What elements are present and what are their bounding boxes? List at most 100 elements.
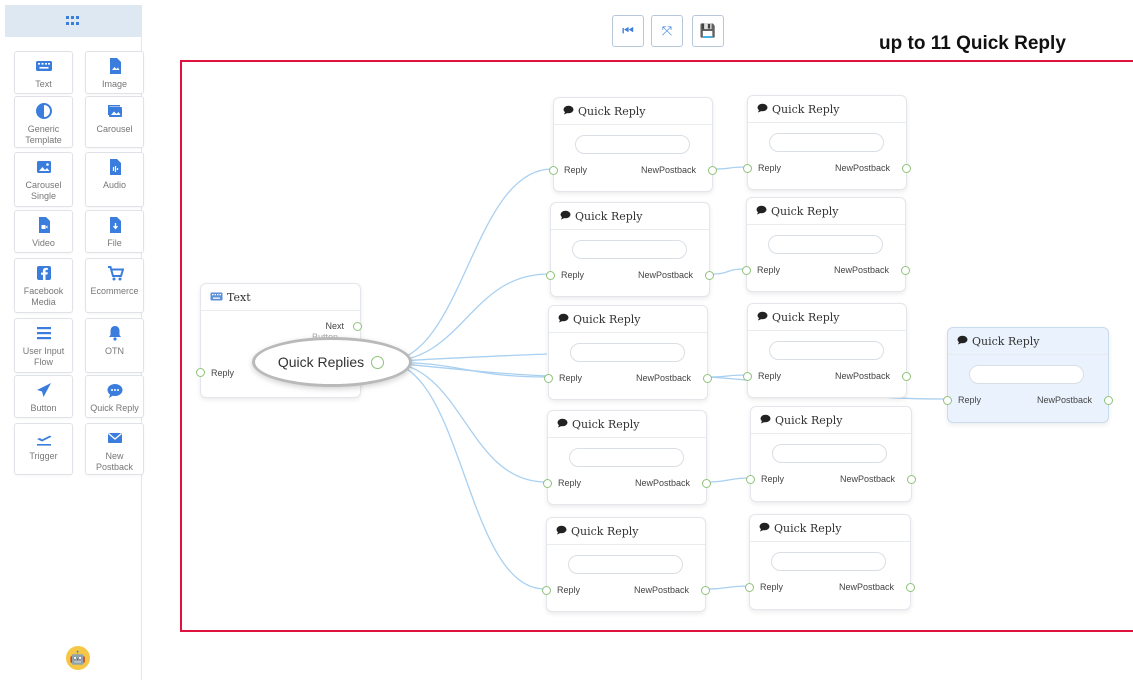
- postback-output-port[interactable]: [902, 164, 911, 173]
- tool-ecommerce[interactable]: Ecommerce: [85, 258, 144, 313]
- quick-reply-text-field[interactable]: [772, 444, 887, 463]
- reply-input-port[interactable]: [549, 166, 558, 175]
- postback-label: NewPostback: [839, 474, 895, 484]
- reply-input-port[interactable]: [543, 479, 552, 488]
- postback-output-port[interactable]: [906, 583, 915, 592]
- tool-text[interactable]: Text: [14, 51, 73, 94]
- quick-reply-text-field[interactable]: [771, 552, 886, 571]
- reply-input-port[interactable]: [742, 266, 751, 275]
- node-title: Quick Reply: [771, 205, 839, 218]
- first-step-button[interactable]: ⏮: [612, 15, 644, 47]
- tool-carousel[interactable]: Carousel: [85, 96, 144, 148]
- quick-reply-node[interactable]: Quick Reply Reply NewPostback: [544, 305, 712, 400]
- envelope-icon: [106, 429, 124, 447]
- quick-reply-node[interactable]: Quick Reply Reply NewPostback: [542, 517, 710, 612]
- postback-output-port[interactable]: [1104, 396, 1113, 405]
- reply-input-port[interactable]: [943, 396, 952, 405]
- tool-trigger[interactable]: Trigger: [14, 423, 73, 475]
- reply-input-port[interactable]: [743, 164, 752, 173]
- tool-label: Audio: [102, 180, 127, 190]
- quick-reply-text-field[interactable]: [575, 135, 690, 154]
- postback-label: NewPostback: [834, 163, 890, 173]
- quick-reply-text-field[interactable]: [769, 341, 884, 360]
- node-title: Quick Reply: [578, 105, 646, 118]
- reply-input-port[interactable]: [743, 372, 752, 381]
- quick-replies-label: Quick Replies: [277, 354, 365, 370]
- reply-input-port[interactable]: [544, 374, 553, 383]
- postback-output-port[interactable]: [902, 372, 911, 381]
- quick-reply-text-field[interactable]: [572, 240, 687, 259]
- save-icon: 💾: [699, 23, 717, 38]
- comment-icon: [556, 525, 567, 538]
- tool-label: Ecommerce: [90, 286, 139, 296]
- tool-new-postback[interactable]: New Postback: [85, 423, 144, 475]
- quick-reply-node[interactable]: Quick Reply Reply NewPostback: [943, 327, 1113, 423]
- quick-reply-text-field[interactable]: [769, 133, 884, 152]
- tool-label: User Input Flow: [22, 346, 65, 367]
- node-title: Quick Reply: [775, 414, 843, 427]
- quick-reply-node[interactable]: Quick Reply Reply NewPostback: [745, 514, 915, 610]
- reply-label: Reply: [761, 474, 785, 484]
- bell-icon: [106, 324, 124, 342]
- reply-input-port[interactable]: [546, 271, 555, 280]
- quick-reply-node[interactable]: Quick Reply Reply NewPostback: [742, 197, 910, 292]
- tool-user-input-flow[interactable]: User Input Flow: [14, 318, 73, 373]
- quick-reply-text-field[interactable]: [569, 448, 684, 467]
- brand-logo: 🤖: [66, 646, 90, 670]
- quick-reply-node[interactable]: Quick Reply Reply NewPostback: [746, 406, 916, 502]
- postback-output-port[interactable]: [708, 166, 717, 175]
- reply-label: Reply: [211, 368, 235, 378]
- tool-file[interactable]: File: [85, 210, 144, 253]
- tool-label: Facebook Media: [23, 286, 64, 307]
- reply-label: Reply: [757, 265, 781, 275]
- postback-label: NewPostback: [1036, 395, 1092, 405]
- quick-reply-node[interactable]: Quick Reply Reply NewPostback: [546, 202, 714, 297]
- reply-input-port[interactable]: [745, 583, 754, 592]
- keyboard-icon: [35, 57, 53, 75]
- next-output-port[interactable]: [353, 322, 362, 331]
- tool-label: Video: [32, 238, 55, 248]
- tool-carousel-single[interactable]: Carousel Single: [14, 152, 73, 207]
- reply-input-port[interactable]: [542, 586, 551, 595]
- tool-button[interactable]: Button: [14, 375, 73, 418]
- save-button[interactable]: 💾: [692, 15, 724, 47]
- comment-icon: [560, 210, 571, 223]
- postback-output-port[interactable]: [705, 271, 714, 280]
- postback-output-port[interactable]: [907, 475, 916, 484]
- postback-output-port[interactable]: [702, 479, 711, 488]
- tool-otn[interactable]: OTN: [85, 318, 144, 373]
- quick-replies-callout: Quick Replies: [252, 337, 412, 387]
- postback-label: NewPostback: [633, 585, 689, 595]
- reply-input-port[interactable]: [196, 368, 205, 377]
- quick-reply-text-field[interactable]: [568, 555, 683, 574]
- postback-output-port[interactable]: [901, 266, 910, 275]
- image-icon: [35, 158, 53, 176]
- tool-generic-template[interactable]: Generic Template: [14, 96, 73, 148]
- quick-reply-node[interactable]: Quick Reply Reply NewPostback: [543, 410, 711, 505]
- node-title: Text: [227, 291, 251, 304]
- quick-reply-text-field[interactable]: [969, 365, 1084, 384]
- tool-video[interactable]: Video: [14, 210, 73, 253]
- node-title: Quick Reply: [572, 418, 640, 431]
- tool-facebook-media[interactable]: Facebook Media: [14, 258, 73, 313]
- tool-image[interactable]: Image: [85, 51, 144, 94]
- postback-output-port[interactable]: [703, 374, 712, 383]
- quick-reply-node[interactable]: Quick Reply Reply NewPostback: [743, 95, 911, 190]
- quick-replies-output-port[interactable]: [371, 356, 384, 369]
- tool-label: OTN: [105, 346, 124, 356]
- send-icon: [35, 381, 53, 399]
- quick-reply-node[interactable]: Quick Reply Reply NewPostback: [743, 303, 911, 398]
- tool-quick-reply[interactable]: Quick Reply: [85, 375, 144, 418]
- reply-input-port[interactable]: [746, 475, 755, 484]
- quick-reply-text-field[interactable]: [768, 235, 883, 254]
- quick-reply-text-field[interactable]: [570, 343, 685, 362]
- tool-audio[interactable]: Audio: [85, 152, 144, 207]
- comment-icon: [957, 335, 968, 348]
- tool-label: Text: [35, 79, 52, 89]
- postback-label: NewPostback: [640, 165, 696, 175]
- reply-label: Reply: [758, 371, 782, 381]
- fit-view-button[interactable]: ⤧: [651, 15, 683, 47]
- sidebar-header[interactable]: [5, 5, 141, 37]
- postback-output-port[interactable]: [701, 586, 710, 595]
- quick-reply-node[interactable]: Quick Reply Reply NewPostback: [549, 97, 717, 192]
